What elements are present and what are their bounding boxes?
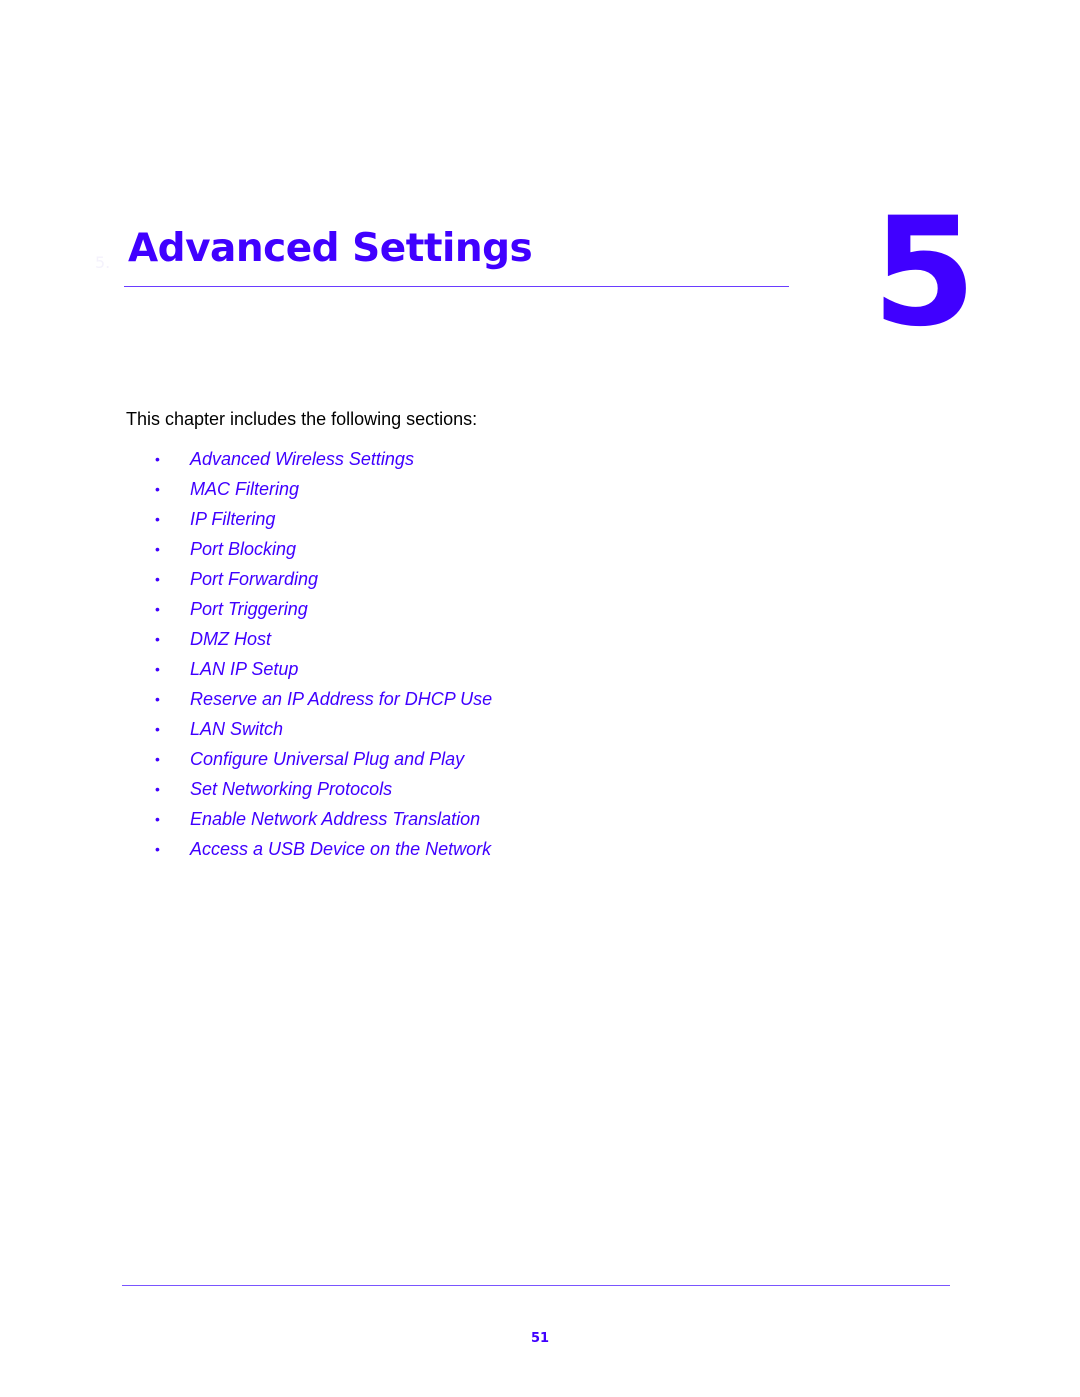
bullet-icon: •: [155, 601, 160, 617]
list-item: • Port Blocking: [155, 534, 492, 564]
bullet-icon: •: [155, 691, 160, 707]
list-item: • Port Forwarding: [155, 564, 492, 594]
bullet-icon: •: [155, 781, 160, 797]
title-divider: [124, 286, 789, 287]
section-link[interactable]: Advanced Wireless Settings: [190, 449, 414, 470]
section-link[interactable]: MAC Filtering: [190, 479, 299, 500]
section-link[interactable]: Enable Network Address Translation: [190, 809, 480, 830]
bullet-icon: •: [155, 811, 160, 827]
bullet-icon: •: [155, 481, 160, 497]
bullet-icon: •: [155, 631, 160, 647]
list-item: • IP Filtering: [155, 504, 492, 534]
section-link[interactable]: LAN IP Setup: [190, 659, 298, 680]
list-item: • Access a USB Device on the Network: [155, 834, 492, 864]
section-link[interactable]: Port Blocking: [190, 539, 296, 560]
chapter-number-label: 5.: [95, 253, 111, 272]
bullet-icon: •: [155, 511, 160, 527]
list-item: • Port Triggering: [155, 594, 492, 624]
section-link[interactable]: Port Forwarding: [190, 569, 318, 590]
list-item: • LAN Switch: [155, 714, 492, 744]
list-item: • LAN IP Setup: [155, 654, 492, 684]
list-item: • MAC Filtering: [155, 474, 492, 504]
list-item: • Set Networking Protocols: [155, 774, 492, 804]
section-link[interactable]: Port Triggering: [190, 599, 308, 620]
list-item: • Configure Universal Plug and Play: [155, 744, 492, 774]
list-item: • Advanced Wireless Settings: [155, 444, 492, 474]
section-link[interactable]: Set Networking Protocols: [190, 779, 392, 800]
intro-text: This chapter includes the following sect…: [126, 409, 478, 429]
section-link[interactable]: Reserve an IP Address for DHCP Use: [190, 689, 492, 710]
section-link[interactable]: LAN Switch: [190, 719, 283, 740]
chapter-big-number: 5: [872, 186, 977, 360]
section-link[interactable]: Access a USB Device on the Network: [190, 839, 491, 860]
bullet-icon: •: [155, 751, 160, 767]
section-link[interactable]: DMZ Host: [190, 629, 271, 650]
bullet-icon: •: [155, 571, 160, 587]
section-list: • Advanced Wireless Settings • MAC Filteri…: [155, 444, 492, 864]
bullet-icon: •: [155, 451, 160, 467]
bullet-icon: •: [155, 841, 160, 857]
bullet-icon: •: [155, 721, 160, 737]
bullet-icon: •: [155, 541, 160, 557]
page-number: 51: [530, 1331, 550, 1346]
bullet-icon: •: [155, 661, 160, 677]
chapter-title: Advanced Settings: [128, 226, 533, 271]
footer-divider: [122, 1285, 950, 1286]
list-item: • DMZ Host: [155, 624, 492, 654]
section-link[interactable]: Configure Universal Plug and Play: [190, 749, 464, 770]
section-link[interactable]: IP Filtering: [190, 509, 275, 530]
list-item: • Enable Network Address Translation: [155, 804, 492, 834]
list-item: • Reserve an IP Address for DHCP Use: [155, 684, 492, 714]
